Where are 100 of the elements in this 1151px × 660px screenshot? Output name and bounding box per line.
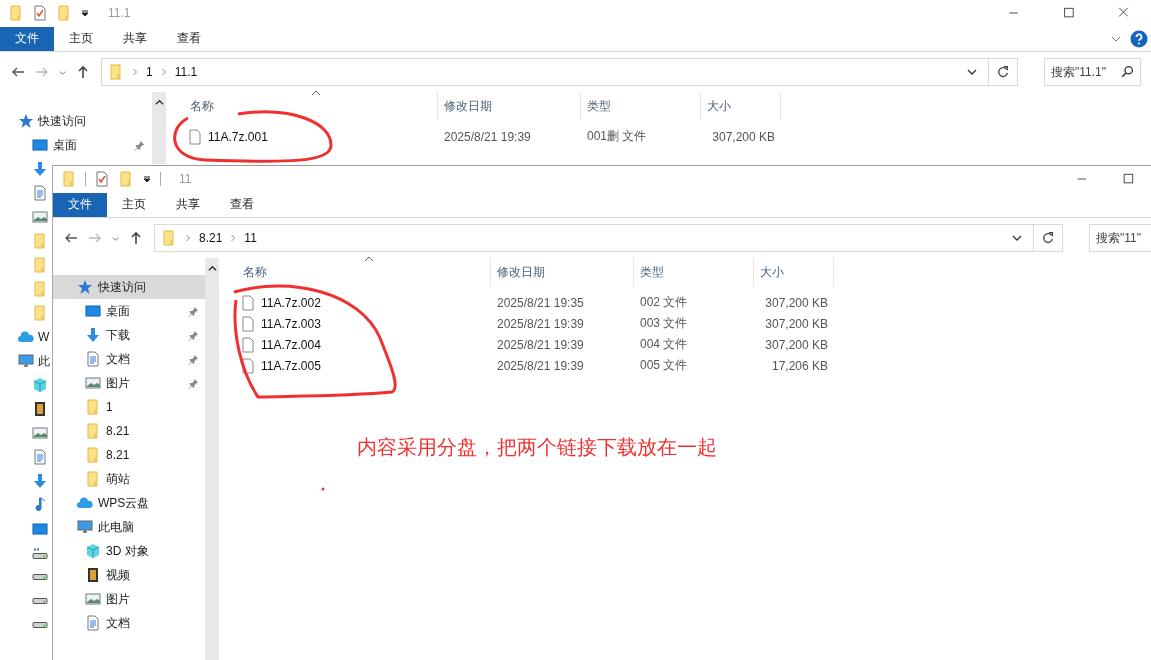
chevron-right-icon bbox=[160, 68, 167, 76]
properties-icon[interactable] bbox=[94, 171, 110, 187]
breadcrumb-item[interactable]: 11.1 bbox=[174, 65, 198, 79]
column-header[interactable]: 名称 bbox=[237, 258, 491, 286]
computer-icon bbox=[77, 519, 93, 535]
column-header[interactable]: 修改日期 bbox=[491, 258, 634, 286]
ribbon-tab[interactable]: 查看 bbox=[162, 26, 216, 51]
scroll-up-icon[interactable] bbox=[154, 98, 164, 107]
file-type: 005 文件 bbox=[640, 358, 688, 372]
scrollbar[interactable] bbox=[152, 92, 166, 164]
file-name[interactable]: 11A.7z.003 bbox=[261, 316, 321, 331]
file-size: 17,206 KB bbox=[771, 358, 828, 373]
column-header[interactable]: 名称 bbox=[184, 92, 438, 120]
folder-icon bbox=[61, 171, 77, 187]
nav-item[interactable]: 此电脑 bbox=[53, 515, 205, 539]
document-icon bbox=[85, 351, 101, 367]
column-header[interactable]: 大小 bbox=[754, 258, 834, 286]
search-field[interactable]: 搜索"11.1" bbox=[1044, 58, 1141, 86]
file-size: 307,200 KB bbox=[765, 295, 828, 310]
pin-icon[interactable] bbox=[134, 139, 145, 151]
folder-icon bbox=[8, 5, 24, 21]
nav-item[interactable]: 文档 bbox=[53, 611, 205, 635]
customize-caret-icon[interactable] bbox=[80, 8, 90, 18]
ribbon-tab[interactable]: 共享 bbox=[108, 26, 162, 51]
scroll-up-icon[interactable] bbox=[207, 264, 217, 273]
cube-icon bbox=[32, 377, 48, 393]
document-icon bbox=[85, 615, 101, 631]
nav-item[interactable]: 图片 bbox=[53, 587, 205, 611]
nav-item[interactable]: 1 bbox=[53, 395, 205, 419]
chevron-right-icon bbox=[132, 68, 138, 76]
document-icon bbox=[32, 449, 48, 465]
customize-caret-icon[interactable] bbox=[142, 174, 152, 184]
pin-icon[interactable] bbox=[188, 377, 199, 389]
file-size: 307,200 KB bbox=[765, 337, 828, 352]
refresh-icon[interactable] bbox=[1041, 231, 1055, 245]
file-icon bbox=[187, 128, 203, 145]
file-type: 004 文件 bbox=[640, 337, 688, 351]
nav-item[interactable]: 下载 bbox=[53, 323, 205, 347]
properties-icon[interactable] bbox=[32, 5, 48, 21]
nav-item[interactable]: 文档 bbox=[53, 347, 205, 371]
folder-icon bbox=[32, 233, 48, 249]
breadcrumb-item[interactable]: 1 bbox=[146, 65, 153, 79]
column-header[interactable]: 修改日期 bbox=[438, 92, 581, 120]
download-arrow-icon bbox=[85, 327, 101, 343]
nav-item[interactable]: 8.21 bbox=[53, 419, 205, 443]
picture-icon bbox=[32, 209, 48, 225]
search-icon[interactable] bbox=[1121, 65, 1134, 78]
sort-caret-icon bbox=[311, 90, 321, 96]
film-icon bbox=[85, 567, 101, 583]
breadcrumb-item[interactable]: 8.21 bbox=[199, 231, 223, 245]
refresh-button[interactable] bbox=[1033, 224, 1063, 252]
nav-item[interactable]: 桌面 bbox=[53, 299, 205, 323]
nav-item[interactable]: 3D 对象 bbox=[53, 539, 205, 563]
file-name[interactable]: 11A.7z.005 bbox=[261, 358, 321, 373]
nav-item[interactable]: 萌站 bbox=[53, 467, 205, 491]
monitor-icon bbox=[32, 137, 48, 153]
address-bar[interactable]: 1 11.1 bbox=[101, 58, 989, 86]
folder-icon bbox=[32, 257, 48, 273]
nav-item[interactable]: 快速访问 bbox=[53, 275, 205, 299]
nav-item[interactable]: 视频 bbox=[53, 563, 205, 587]
document-icon bbox=[32, 185, 48, 201]
ribbon-tab[interactable]: 文件 bbox=[53, 192, 107, 217]
address-bar[interactable]: 8.21 11 bbox=[154, 224, 1034, 252]
pin-icon[interactable] bbox=[188, 305, 199, 317]
ribbon-tab[interactable]: 主页 bbox=[107, 192, 161, 217]
modified-date: 2025/8/21 19:39 bbox=[497, 337, 584, 352]
ribbon-tab[interactable]: 文件 bbox=[0, 26, 54, 51]
pin-icon[interactable] bbox=[188, 353, 199, 365]
nav-item[interactable]: W bbox=[0, 325, 50, 349]
ribbon-tab[interactable]: 查看 bbox=[215, 192, 269, 217]
nav-item[interactable]: 此 bbox=[0, 349, 50, 373]
help-icon[interactable] bbox=[1130, 29, 1148, 48]
drive-icon bbox=[32, 574, 48, 580]
breadcrumb-item[interactable]: 11 bbox=[244, 231, 257, 245]
nav-item[interactable]: 桌面 bbox=[0, 133, 151, 157]
nav-item[interactable]: 8.21 bbox=[53, 443, 205, 467]
column-header[interactable]: 类型 bbox=[581, 92, 701, 120]
column-header[interactable]: 类型 bbox=[634, 258, 754, 286]
drive-icon bbox=[32, 598, 48, 604]
nav-item[interactable]: 图片 bbox=[53, 371, 205, 395]
pin-icon[interactable] bbox=[188, 329, 199, 341]
refresh-button[interactable] bbox=[988, 58, 1018, 86]
ribbon-tab[interactable]: 主页 bbox=[54, 26, 108, 51]
file-name[interactable]: 11A.7z.002 bbox=[261, 295, 321, 310]
folder-icon bbox=[85, 399, 101, 415]
column-header[interactable]: 大小 bbox=[701, 92, 781, 120]
chevron-right-icon bbox=[230, 234, 237, 242]
music-note-icon bbox=[32, 497, 48, 513]
search-field[interactable]: 搜索"11" bbox=[1089, 224, 1151, 252]
nav-item[interactable]: WPS云盘 bbox=[53, 491, 205, 515]
download-arrow-icon bbox=[32, 161, 48, 177]
refresh-icon[interactable] bbox=[996, 65, 1010, 79]
ribbon-tab[interactable]: 共享 bbox=[161, 192, 215, 217]
folder-icon bbox=[85, 447, 101, 463]
file-size: 307,200 KB bbox=[765, 316, 828, 331]
file-name[interactable]: 11A.7z.004 bbox=[261, 337, 321, 352]
computer-icon bbox=[18, 353, 34, 369]
nav-item[interactable]: 快速访问 bbox=[0, 109, 86, 133]
scrollbar[interactable] bbox=[205, 258, 219, 660]
file-name[interactable]: 11A.7z.001 bbox=[208, 129, 268, 144]
